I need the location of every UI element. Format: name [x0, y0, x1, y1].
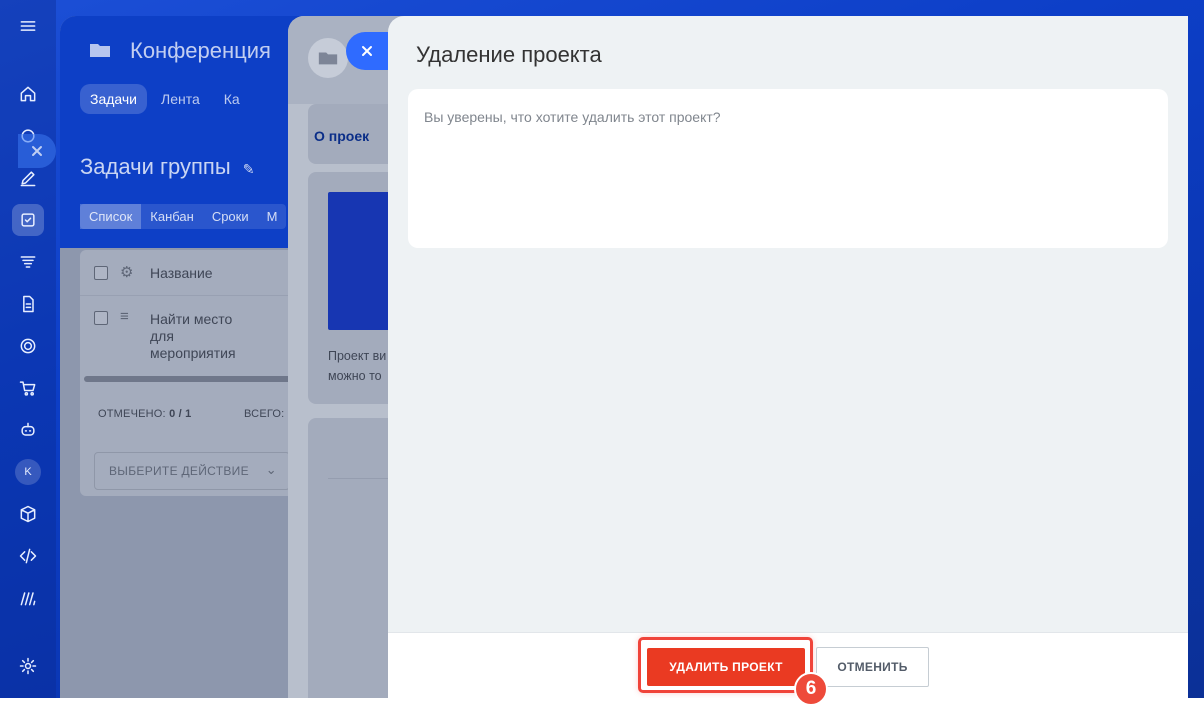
market-icon[interactable] [12, 582, 44, 614]
workspace-tabs: Задачи Лента Ка [80, 84, 250, 114]
action-select-value: ВЫБЕРИТЕ ДЕЙСТВИЕ [109, 464, 249, 478]
view-more[interactable]: М [258, 204, 287, 229]
cube-icon[interactable] [12, 498, 44, 530]
total-count: ВСЕГО: [244, 408, 284, 420]
user-avatar[interactable]: K [15, 459, 41, 485]
funnel-icon[interactable] [12, 246, 44, 278]
app-background: K Конференция Задачи Лента Ка Задачи гру… [0, 0, 1204, 698]
view-kanban[interactable]: Канбан [141, 204, 203, 229]
project-description: Проект ви можно то [328, 346, 386, 386]
select-all-checkbox[interactable] [94, 266, 108, 280]
cancel-button[interactable]: ОТМЕНИТЬ [816, 647, 929, 687]
pin-icon[interactable]: ✎ [243, 161, 255, 177]
cart-icon[interactable] [12, 372, 44, 404]
folder-icon [88, 38, 112, 67]
document-icon[interactable] [12, 288, 44, 320]
code-icon[interactable] [12, 540, 44, 572]
task-title[interactable]: Найти место для мероприятия [150, 311, 260, 362]
marked-value: 0 / 1 [169, 408, 192, 420]
close-workspace-button[interactable] [18, 134, 56, 168]
tasks-icon[interactable] [12, 204, 44, 236]
action-select[interactable]: ВЫБЕРИТЕ ДЕЙСТВИЕ ⌄ [94, 452, 290, 490]
page-title: Задачи группы ✎ [80, 154, 255, 180]
left-navigation-rail: K [0, 0, 56, 698]
tab-calendar[interactable]: Ка [214, 84, 250, 114]
page-title-text: Задачи группы [80, 154, 231, 179]
dialog-footer: УДАЛИТЬ ПРОЕКТ ОТМЕНИТЬ [388, 632, 1188, 698]
target-icon[interactable] [12, 330, 44, 362]
workspace-title: Конференция [130, 38, 271, 63]
view-deadlines[interactable]: Сроки [203, 204, 258, 229]
tab-tasks[interactable]: Задачи [80, 84, 148, 114]
close-icon [362, 46, 372, 56]
view-list[interactable]: Список [80, 204, 142, 229]
menu-icon[interactable] [12, 10, 44, 42]
folder-icon [308, 38, 348, 78]
step-marker: 6 [794, 672, 828, 706]
close-dialog-slider-button[interactable] [346, 32, 388, 70]
marked-label: ОТМЕЧЕНО: [98, 408, 166, 420]
avatar-initial: K [24, 466, 32, 478]
tab-about-project[interactable]: О проек [314, 128, 369, 144]
total-label: ВСЕГО: [244, 408, 285, 420]
gear-icon[interactable]: ⚙ [120, 263, 133, 281]
delete-project-slider: Удаление проекта Вы уверены, что хотите … [388, 16, 1188, 698]
confirmation-message: Вы уверены, что хотите удалить этот прое… [424, 109, 721, 125]
chevron-down-icon: ⌄ [265, 462, 277, 477]
confirmation-box: Вы уверены, что хотите удалить этот прое… [408, 89, 1168, 248]
row-checkbox[interactable] [94, 311, 108, 325]
home-icon[interactable] [12, 78, 44, 110]
dialog-title: Удаление проекта [416, 42, 602, 67]
settings-icon[interactable] [12, 650, 44, 682]
column-name[interactable]: Название [150, 265, 213, 282]
project-description-line: Проект ви [328, 349, 387, 363]
view-switcher: Список Канбан Сроки М [80, 204, 287, 229]
close-icon [32, 146, 42, 156]
delete-project-button[interactable]: УДАЛИТЬ ПРОЕКТ [647, 648, 805, 686]
horizontal-scrollbar[interactable] [84, 376, 294, 382]
drag-handle-icon[interactable]: ≡ [120, 308, 129, 325]
project-description-line: можно то [328, 369, 382, 383]
robot-icon[interactable] [12, 414, 44, 446]
marked-count: ОТМЕЧЕНО: 0 / 1 [98, 408, 191, 420]
tab-feed[interactable]: Лента [151, 84, 210, 114]
